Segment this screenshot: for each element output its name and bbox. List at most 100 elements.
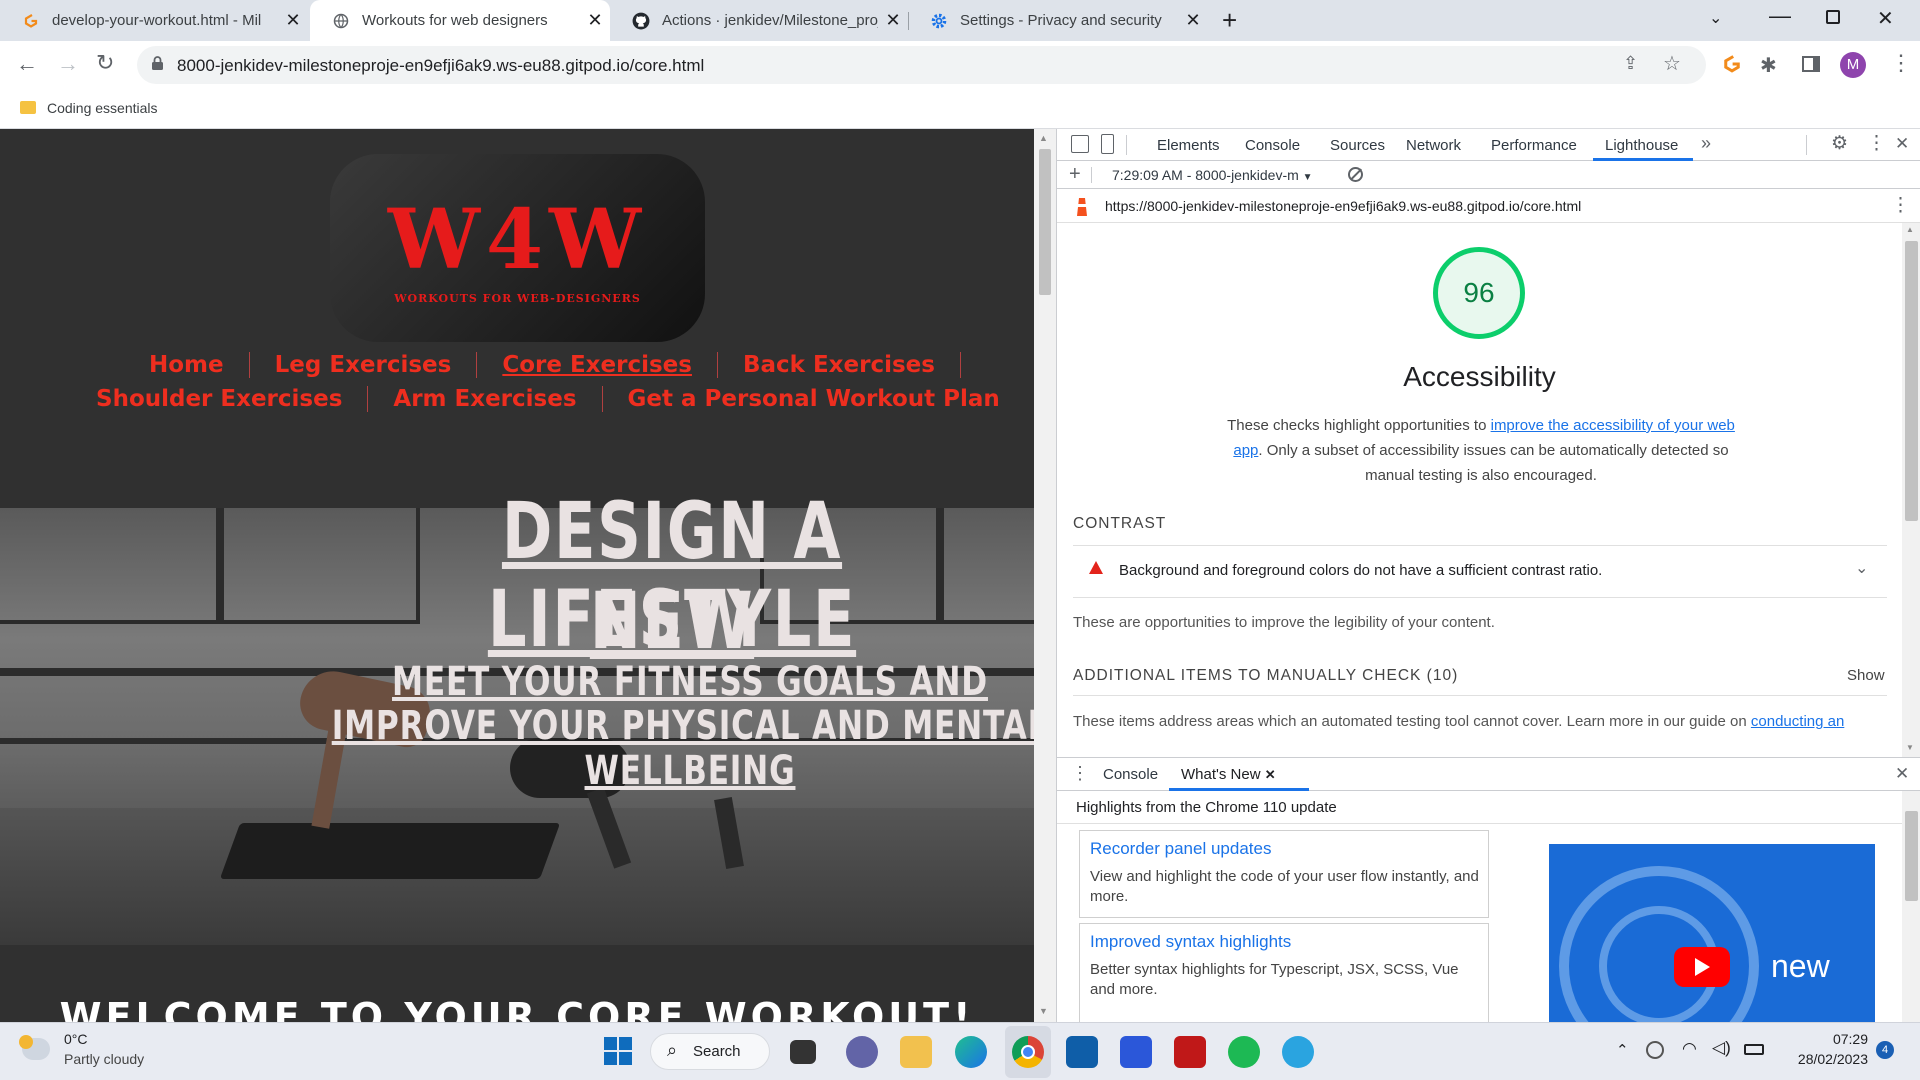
report-scrollbar[interactable]: ▲ ▼ bbox=[1902, 223, 1920, 757]
show-hidden-icons[interactable]: ⌃ bbox=[1616, 1041, 1629, 1059]
drawer-scrollbar[interactable] bbox=[1902, 791, 1920, 1023]
extension-gitpod-icon[interactable] bbox=[1722, 53, 1742, 80]
tab-sources[interactable]: Sources bbox=[1330, 137, 1385, 154]
logo-wordmark: W4W bbox=[387, 192, 648, 288]
side-panel-icon[interactable] bbox=[1802, 56, 1820, 72]
card-title[interactable]: Improved syntax highlights bbox=[1090, 932, 1291, 952]
volume-icon[interactable]: ◁) bbox=[1712, 1038, 1731, 1058]
back-icon[interactable]: ← bbox=[16, 51, 38, 77]
more-tabs-icon[interactable]: » bbox=[1701, 133, 1711, 154]
settings-gear-icon[interactable]: ⚙ bbox=[1831, 132, 1848, 155]
tab-workouts-for-web-designers[interactable]: Workouts for web designers ✕ bbox=[310, 0, 610, 41]
whats-new-card[interactable]: Improved syntax highlights Better syntax… bbox=[1079, 923, 1489, 1023]
minimize-icon[interactable]: — bbox=[1769, 3, 1791, 29]
drawer-menu-icon[interactable]: ⋮ bbox=[1071, 763, 1089, 784]
battery-icon[interactable] bbox=[1744, 1044, 1764, 1055]
onedrive-icon[interactable] bbox=[1646, 1041, 1664, 1059]
nav-personal-workout-plan[interactable]: Get a Personal Workout Plan bbox=[603, 386, 1025, 412]
inspect-element-icon[interactable] bbox=[1071, 135, 1089, 153]
tab-console[interactable]: Console bbox=[1245, 137, 1300, 154]
bookmark-star-icon[interactable]: ☆ bbox=[1663, 51, 1681, 76]
contrast-audit-row[interactable]: Background and foreground colors do not … bbox=[1057, 547, 1902, 597]
contrast-note: These are opportunities to improve the l… bbox=[1073, 614, 1495, 631]
nav-leg-exercises[interactable]: Leg Exercises bbox=[250, 352, 478, 378]
globe-app-icon[interactable] bbox=[1282, 1036, 1314, 1068]
taskbar-search[interactable]: ⌕ Search bbox=[650, 1033, 770, 1070]
nav-home[interactable]: Home bbox=[124, 352, 250, 378]
close-tab-icon[interactable]: ✕ bbox=[1265, 767, 1276, 782]
nav-back-exercises[interactable]: Back Exercises bbox=[718, 352, 961, 378]
close-icon[interactable]: ✕ bbox=[278, 10, 308, 31]
device-toolbar-icon[interactable] bbox=[1101, 134, 1114, 154]
nav-core-exercises[interactable]: Core Exercises bbox=[477, 352, 718, 378]
notification-badge[interactable]: 4 bbox=[1876, 1041, 1894, 1059]
devtools-drawer: ⋮ Console What's New ✕ ✕ Highlights from… bbox=[1057, 757, 1920, 1023]
expand-chevron-icon[interactable]: ⌄ bbox=[1855, 558, 1868, 578]
report-select[interactable]: 7:29:09 AM - 8000-jenkidev-m ▼ bbox=[1112, 167, 1313, 183]
tab-develop-your-workout[interactable]: develop-your-workout.html - Mil ✕ bbox=[0, 0, 308, 41]
drawer-tab-whats-new[interactable]: What's New ✕ bbox=[1181, 766, 1276, 783]
forward-icon[interactable]: → bbox=[57, 51, 79, 77]
share-icon[interactable]: ⇪ bbox=[1623, 53, 1638, 74]
profile-avatar[interactable]: M bbox=[1840, 52, 1866, 78]
score-gauge[interactable]: 96 bbox=[1433, 247, 1525, 339]
tab-settings-privacy[interactable]: Settings - Privacy and security ✕ bbox=[908, 0, 1208, 41]
close-devtools-icon[interactable]: ✕ bbox=[1895, 134, 1909, 154]
tab-network[interactable]: Network bbox=[1406, 137, 1461, 154]
reload-icon[interactable]: ↻ bbox=[96, 50, 114, 76]
tab-search-icon[interactable]: ⌄ bbox=[1709, 8, 1722, 28]
show-manual-checks-button[interactable]: Show bbox=[1847, 667, 1885, 684]
mcafee-icon[interactable] bbox=[1174, 1036, 1206, 1068]
teams-chat-icon[interactable] bbox=[846, 1036, 878, 1068]
windows-start-icon[interactable] bbox=[604, 1037, 632, 1065]
new-report-icon[interactable]: + bbox=[1069, 163, 1081, 186]
close-icon[interactable]: ✕ bbox=[878, 10, 908, 31]
score-value: 96 bbox=[1463, 277, 1495, 308]
wifi-icon[interactable]: ◠ bbox=[1682, 1039, 1697, 1059]
spotify-icon[interactable] bbox=[1228, 1036, 1260, 1068]
card-title[interactable]: Recorder panel updates bbox=[1090, 839, 1271, 859]
report-url[interactable]: https://8000-jenkidev-milestoneproje-en9… bbox=[1105, 198, 1581, 214]
nav-shoulder-exercises[interactable]: Shoulder Exercises bbox=[71, 386, 369, 412]
extensions-puzzle-icon[interactable]: ✱ bbox=[1760, 53, 1777, 78]
task-view-icon[interactable] bbox=[790, 1040, 816, 1064]
devtools-tabbar: Elements Console Sources Network Perform… bbox=[1057, 129, 1920, 161]
chrome-icon[interactable] bbox=[1012, 1036, 1044, 1068]
clock-time[interactable]: 07:29 bbox=[1816, 1031, 1868, 1047]
nav-arm-exercises[interactable]: Arm Exercises bbox=[368, 386, 603, 412]
close-icon[interactable]: ✕ bbox=[580, 10, 610, 31]
microsoft-store-icon[interactable] bbox=[1066, 1036, 1098, 1068]
window-close-icon[interactable]: ✕ bbox=[1877, 6, 1894, 31]
github-icon bbox=[632, 12, 650, 30]
weather-text[interactable]: Partly cloudy bbox=[64, 1051, 144, 1067]
drawer-tab-console[interactable]: Console bbox=[1103, 766, 1158, 783]
tab-elements[interactable]: Elements bbox=[1157, 137, 1220, 154]
page-scrollbar[interactable]: ▲ ▼ bbox=[1034, 129, 1056, 1022]
whats-new-video-thumbnail[interactable]: new bbox=[1549, 844, 1875, 1023]
report-menu-icon[interactable]: ⋮ bbox=[1891, 194, 1910, 217]
clock-date[interactable]: 28/02/2023 bbox=[1786, 1051, 1868, 1067]
close-icon[interactable]: ✕ bbox=[1178, 10, 1208, 31]
new-tab-button[interactable]: + bbox=[1222, 5, 1237, 36]
browser-menu-icon[interactable]: ⋮ bbox=[1890, 50, 1912, 76]
devtools-menu-icon[interactable]: ⋮ bbox=[1867, 132, 1886, 155]
logo-tagline: WORKOUTS FOR WEB-DESIGNERS bbox=[394, 292, 641, 305]
clear-reports-icon[interactable] bbox=[1348, 167, 1363, 182]
bookmark-coding-essentials[interactable]: Coding essentials bbox=[47, 100, 158, 116]
page-scrollbar-thumb[interactable] bbox=[1039, 149, 1051, 295]
weather-temp[interactable]: 0°C bbox=[64, 1031, 88, 1047]
site-logo[interactable]: W4W WORKOUTS FOR WEB-DESIGNERS bbox=[330, 154, 705, 342]
whats-new-card[interactable]: Recorder panel updates View and highligh… bbox=[1079, 830, 1489, 918]
tab-lighthouse[interactable]: Lighthouse bbox=[1605, 137, 1678, 154]
edge-icon[interactable] bbox=[955, 1036, 987, 1068]
report-scrollbar-thumb[interactable] bbox=[1905, 241, 1918, 521]
conducting-review-link[interactable]: conducting an bbox=[1751, 713, 1844, 730]
visual-studio-code-icon[interactable] bbox=[1120, 1036, 1152, 1068]
tab-github-actions[interactable]: Actions · jenkidev/Milestone_proj ✕ bbox=[610, 0, 908, 41]
file-explorer-icon[interactable] bbox=[900, 1036, 932, 1068]
close-drawer-icon[interactable]: ✕ bbox=[1895, 764, 1909, 784]
play-button-icon[interactable] bbox=[1674, 947, 1730, 987]
tab-performance[interactable]: Performance bbox=[1491, 137, 1577, 154]
address-bar[interactable]: 8000-jenkidev-milestoneproje-en9efji6ak9… bbox=[137, 46, 1706, 84]
restore-icon[interactable] bbox=[1826, 10, 1840, 24]
